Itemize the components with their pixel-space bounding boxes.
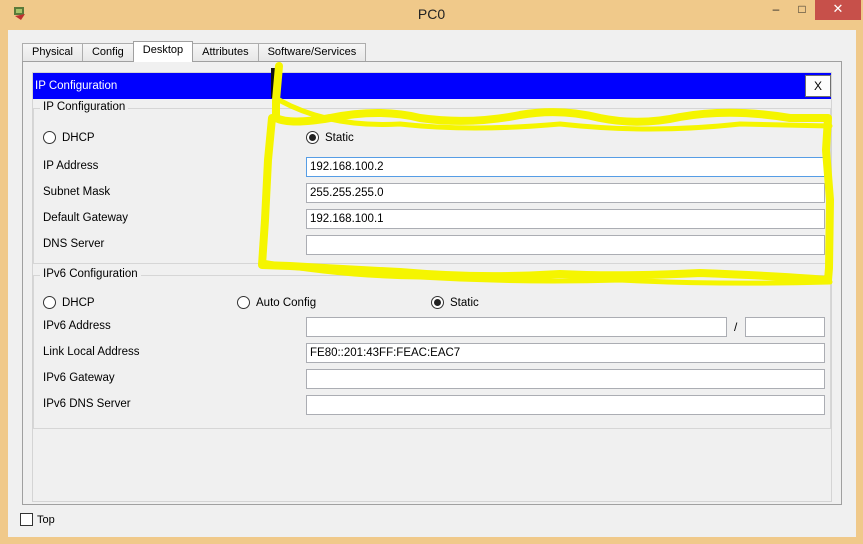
ipv6-address-label: IPv6 Address bbox=[43, 320, 111, 332]
ipv6-prefix-input[interactable] bbox=[745, 317, 825, 337]
radio-dot-selected-icon bbox=[306, 131, 319, 144]
ipv4-dhcp-radio[interactable]: DHCP bbox=[43, 131, 95, 144]
ip-address-input[interactable]: 192.168.100.2 bbox=[306, 157, 825, 177]
window-client-area: Physical Config Desktop Attributes Softw… bbox=[8, 30, 856, 537]
ipv6-config-group: IPv6 Configuration DHCP Auto Config Stat… bbox=[33, 268, 831, 429]
tab-physical[interactable]: Physical bbox=[22, 43, 83, 62]
ipv6-dhcp-label: DHCP bbox=[62, 296, 95, 309]
ip-address-label: IP Address bbox=[43, 160, 99, 172]
ipv4-dhcp-label: DHCP bbox=[62, 131, 95, 144]
ipv4-config-group: IP Configuration DHCP Static IP Address … bbox=[33, 101, 831, 264]
default-gateway-label: Default Gateway bbox=[43, 212, 129, 224]
top-checkbox-label: Top bbox=[37, 513, 55, 526]
ipv6-group-title: IPv6 Configuration bbox=[40, 268, 141, 280]
window-title: PC0 bbox=[417, 6, 446, 22]
ipv6-address-input[interactable] bbox=[306, 317, 727, 337]
dns-server-input[interactable] bbox=[306, 235, 825, 255]
title-bar[interactable]: PC0 – □ ✕ bbox=[0, 0, 863, 30]
radio-dot-selected-icon bbox=[431, 296, 444, 309]
application-window: PC0 – □ ✕ Physical Config Desktop Attrib… bbox=[0, 0, 863, 544]
radio-dot-icon bbox=[43, 131, 56, 144]
subnet-mask-input[interactable]: 255.255.255.0 bbox=[306, 183, 825, 203]
ip-configuration-header: IP Configuration X bbox=[33, 73, 831, 99]
ipv6-gateway-label: IPv6 Gateway bbox=[43, 372, 115, 384]
subnet-mask-label: Subnet Mask bbox=[43, 186, 111, 198]
link-local-address-label: Link Local Address bbox=[43, 346, 140, 358]
minimize-button[interactable]: – bbox=[764, 0, 788, 20]
radio-dot-icon bbox=[237, 296, 250, 309]
ipv4-group-title: IP Configuration bbox=[40, 101, 129, 113]
dns-server-label: DNS Server bbox=[43, 238, 105, 250]
ipv6-static-radio[interactable]: Static bbox=[431, 296, 479, 309]
desktop-tab-panel: IP Configuration X IP Configuration DHCP… bbox=[22, 61, 842, 505]
ipv4-static-radio[interactable]: Static bbox=[306, 131, 354, 144]
ipv4-static-label: Static bbox=[325, 131, 354, 144]
tab-config[interactable]: Config bbox=[81, 43, 134, 62]
tab-software-services[interactable]: Software/Services bbox=[257, 43, 367, 62]
ipv6-auto-config-label: Auto Config bbox=[256, 296, 317, 309]
top-checkbox[interactable]: Top bbox=[20, 513, 55, 526]
radio-dot-icon bbox=[43, 296, 56, 309]
tab-bar: Physical Config Desktop Attributes Softw… bbox=[22, 41, 367, 62]
prefix-separator: / bbox=[734, 320, 738, 334]
close-ip-config-button[interactable]: X bbox=[805, 75, 831, 97]
checkbox-icon bbox=[20, 513, 33, 526]
link-local-address-input[interactable]: FE80::201:43FF:FEAC:EAC7 bbox=[306, 343, 825, 363]
ip-configuration-header-title: IP Configuration bbox=[35, 80, 118, 92]
ipv6-dhcp-radio[interactable]: DHCP bbox=[43, 296, 95, 309]
ipv6-dns-server-label: IPv6 DNS Server bbox=[43, 398, 131, 410]
default-gateway-input[interactable]: 192.168.100.1 bbox=[306, 209, 825, 229]
ip-configuration-dialog: IP Configuration X IP Configuration DHCP… bbox=[32, 72, 832, 502]
maximize-button[interactable]: □ bbox=[790, 0, 814, 20]
ipv6-dns-server-input[interactable] bbox=[306, 395, 825, 415]
ipv6-static-label: Static bbox=[450, 296, 479, 309]
tab-attributes[interactable]: Attributes bbox=[192, 43, 259, 62]
ipv6-auto-config-radio[interactable]: Auto Config bbox=[237, 296, 316, 309]
close-window-button[interactable]: ✕ bbox=[815, 0, 861, 20]
ipv6-gateway-input[interactable] bbox=[306, 369, 825, 389]
tab-desktop[interactable]: Desktop bbox=[132, 41, 194, 62]
